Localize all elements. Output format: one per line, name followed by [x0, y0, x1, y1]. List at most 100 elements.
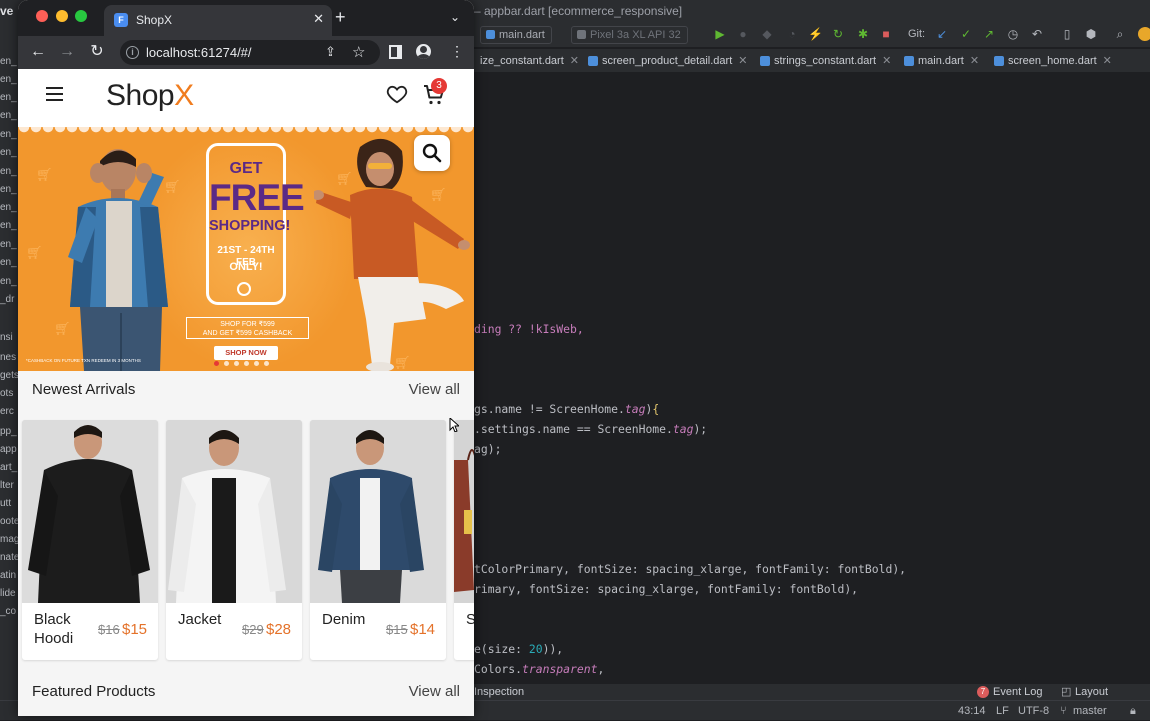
project-tree-item[interactable]: app [0, 444, 19, 455]
project-tree-item[interactable]: art_ [0, 462, 19, 473]
inspection-tab[interactable]: Inspection [474, 684, 524, 700]
side-panel-icon[interactable] [389, 45, 402, 59]
debug-icon[interactable]: ● [737, 28, 749, 40]
hot-reload-icon[interactable]: ⚡ [808, 28, 823, 40]
ide-tab-main[interactable]: main.dart ✕ [904, 49, 979, 73]
reload-icon[interactable]: ↻ [88, 43, 106, 61]
product-card[interactable]: Jacket $29 $28 [166, 420, 302, 660]
product-carousel[interactable]: Black Hoodi $16 $15 Jacket $29 $28 Denim… [18, 420, 474, 662]
search-icon[interactable] [414, 135, 450, 171]
rollback-icon[interactable]: ↶ [1031, 28, 1043, 40]
project-tree-item[interactable]: en_ [0, 166, 19, 177]
minimize-window-button[interactable] [56, 10, 68, 22]
caret-position[interactable]: 43:14 [958, 701, 986, 721]
project-tree-item[interactable]: en_ [0, 74, 19, 85]
ide-tab-product-detail[interactable]: screen_product_detail.dart ✕ [588, 49, 747, 73]
project-tree-item[interactable]: en_ [0, 220, 19, 231]
git-commit-icon[interactable]: ✓ [960, 28, 972, 40]
device-manager-icon[interactable]: ▯ [1061, 28, 1073, 40]
back-icon[interactable]: ← [29, 43, 47, 61]
project-tree-item[interactable]: _dr [0, 294, 19, 305]
product-card[interactable]: Black Hoodi $16 $15 [22, 420, 158, 660]
carousel-dot[interactable] [244, 361, 249, 366]
project-tree-item[interactable]: erc [0, 406, 19, 417]
project-tree-item[interactable]: lter [0, 480, 19, 491]
browser-tab[interactable]: F ShopX ✕ [104, 5, 332, 36]
close-tab-icon[interactable]: ✕ [313, 11, 324, 27]
project-tree-item[interactable]: lide [0, 588, 19, 599]
carousel-dot-active[interactable] [214, 361, 219, 366]
address-bar[interactable]: i localhost:61274/#/ ⇪ ☆ [120, 40, 380, 65]
maximize-window-button[interactable] [75, 10, 87, 22]
share-icon[interactable]: ⇪ [325, 44, 336, 60]
carousel-dot[interactable] [264, 361, 269, 366]
forward-icon[interactable]: → [58, 43, 76, 61]
sdk-manager-icon[interactable]: ⬢ [1085, 28, 1097, 40]
project-tree-item[interactable]: oote [0, 516, 19, 527]
bookmark-star-icon[interactable]: ☆ [352, 43, 365, 61]
carousel-dot[interactable] [234, 361, 239, 366]
newest-view-all-link[interactable]: View all [409, 381, 460, 398]
product-card[interactable]: Denim $15 $14 [310, 420, 446, 660]
carousel-indicator[interactable] [214, 361, 278, 367]
project-tree-item[interactable]: utt [0, 498, 19, 509]
event-log-tab[interactable]: Event Log [993, 684, 1043, 700]
project-tree-item[interactable]: en_ [0, 110, 19, 121]
project-tree-item[interactable]: en_ [0, 276, 19, 287]
promo-banner[interactable]: 🛒︎ 🛒︎ 🛒︎ 🛒︎ 🛒︎ 🛒︎ 🛒︎ GET FREE SHOPPING! … [18, 127, 474, 371]
project-tree-item[interactable]: mag [0, 534, 19, 545]
carousel-dot[interactable] [224, 361, 229, 366]
ide-tab-screen-home[interactable]: screen_home.dart ✕ [994, 49, 1112, 73]
attach-debugger-icon[interactable]: ✱ [857, 28, 869, 40]
close-icon[interactable]: ✕ [738, 55, 747, 67]
profile-avatar-icon[interactable] [416, 44, 431, 59]
code-editor[interactable]: ding ?? !kIsWeb, gs.name != ScreenHome.ta… [474, 74, 1150, 684]
carousel-dot[interactable] [254, 361, 259, 366]
shop-now-button[interactable]: SHOP NOW [214, 346, 278, 360]
site-info-icon[interactable]: i [126, 46, 139, 59]
wishlist-heart-icon[interactable] [386, 83, 408, 105]
project-tree-item[interactable]: nes [0, 352, 19, 363]
project-tree-item[interactable]: en_ [0, 147, 19, 158]
close-icon[interactable]: ✕ [970, 55, 979, 67]
project-tree-item[interactable]: en_ [0, 184, 19, 195]
tab-search-chevron-icon[interactable]: ⌄ [450, 10, 460, 24]
new-tab-icon[interactable]: + [335, 8, 346, 26]
close-icon[interactable]: ✕ [570, 55, 579, 67]
browser-menu-icon[interactable]: ⋮ [450, 44, 464, 58]
git-push-icon[interactable]: ↗ [983, 28, 995, 40]
git-update-icon[interactable]: ↙ [936, 28, 948, 40]
project-tree-item[interactable]: ots [0, 388, 19, 399]
project-tree-item[interactable]: en_ [0, 239, 19, 250]
featured-view-all-link[interactable]: View all [409, 683, 460, 700]
search-everywhere-icon[interactable]: ⌕ [1114, 28, 1126, 40]
file-encoding[interactable]: UTF-8 [1018, 701, 1049, 721]
stop-icon[interactable]: ■ [880, 28, 892, 40]
run-icon[interactable]: ▶ [714, 28, 726, 40]
close-window-button[interactable] [36, 10, 48, 22]
project-tree-item[interactable]: en_ [0, 56, 19, 67]
git-branch[interactable]: master [1073, 701, 1107, 721]
close-icon[interactable]: ✕ [1103, 55, 1112, 67]
device-select[interactable]: Pixel 3a XL API 32 [571, 26, 688, 44]
project-tree-item[interactable]: en_ [0, 257, 19, 268]
ide-tab-strings-constant[interactable]: strings_constant.dart ✕ [760, 49, 891, 73]
project-tree-item[interactable]: nate [0, 552, 19, 563]
ide-tab-size-constant[interactable]: ize_constant.dart ✕ [480, 49, 579, 73]
project-tree-item[interactable]: en_ [0, 92, 19, 103]
shopx-logo[interactable]: ShopX [106, 79, 194, 113]
project-tree-item[interactable]: _co [0, 606, 19, 617]
project-tree-item[interactable]: pp_ [0, 426, 19, 437]
profile-icon[interactable]: ◔ [786, 28, 798, 40]
product-card[interactable]: S [454, 420, 474, 660]
project-tree-item[interactable]: nsi [0, 332, 19, 343]
project-tree-item[interactable]: en_ [0, 202, 19, 213]
coverage-icon[interactable]: ◆ [761, 28, 773, 40]
close-icon[interactable]: ✕ [882, 55, 891, 67]
history-icon[interactable]: ◷ [1007, 28, 1019, 40]
hamburger-menu-icon[interactable] [46, 87, 64, 103]
run-config-select[interactable]: main.dart [480, 26, 552, 44]
project-tree-item[interactable]: atin [0, 570, 19, 581]
line-separator[interactable]: LF [996, 701, 1009, 721]
project-tree-item[interactable]: en_ [0, 129, 19, 140]
